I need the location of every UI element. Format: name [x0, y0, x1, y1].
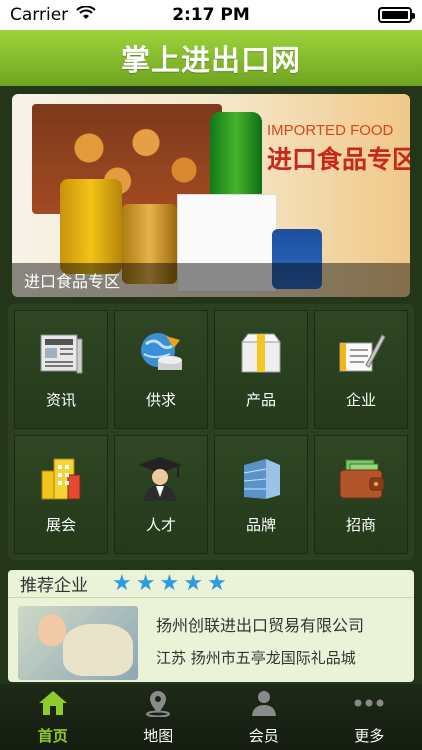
tab-map[interactable]: 地图	[106, 684, 212, 750]
user-icon	[249, 689, 279, 721]
star-icon: ★	[206, 570, 227, 596]
star-icon: ★	[159, 570, 180, 596]
category-exhibition[interactable]: 展会	[14, 435, 108, 554]
category-news[interactable]: 资讯	[14, 310, 108, 429]
category-brand[interactable]: 品牌	[214, 435, 308, 554]
recommended-panel: 推荐企业 ★ ★ ★ ★ ★ 扬州创联进出口贸易有限公司 江苏 扬州市五亭龙国际…	[8, 570, 414, 682]
category-talent[interactable]: 人才	[114, 435, 208, 554]
tab-more[interactable]: 更多	[317, 684, 422, 750]
category-supply-demand[interactable]: 供求	[114, 310, 208, 429]
skyscraper-icon	[235, 454, 287, 504]
tab-home[interactable]: 首页	[0, 684, 106, 750]
recommended-company-item[interactable]: 扬州创联进出口贸易有限公司 江苏 扬州市五亭龙国际礼品城	[8, 598, 414, 682]
battery-icon	[378, 7, 415, 23]
status-left: Carrier	[10, 5, 96, 25]
category-label: 展会	[45, 516, 76, 534]
category-grid: 资讯 供求 产品 企业 展会 人才 品牌 招商	[8, 304, 414, 560]
home-icon	[37, 689, 69, 721]
category-label: 品牌	[245, 516, 276, 534]
globe-exchange-icon	[135, 329, 187, 379]
category-label: 资讯	[45, 391, 76, 409]
category-label: 招商	[345, 516, 376, 534]
star-icon: ★	[183, 570, 203, 596]
category-label: 企业	[345, 391, 376, 409]
banner-heading-en: IMPORTED FOOD	[267, 122, 394, 139]
app-header: 掌上进出口网	[0, 30, 422, 86]
company-name: 扬州创联进出口贸易有限公司	[156, 615, 365, 635]
banner-mango-can-image	[60, 179, 122, 274]
banner-heading-zh: 进口食品专区	[267, 145, 410, 174]
company-address: 江苏 扬州市五亭龙国际礼品城	[156, 649, 356, 668]
banner-pringles-image	[210, 112, 262, 202]
banner-carousel[interactable]: IMPORTED FOOD 进口食品专区 进口食品专区	[12, 94, 410, 297]
category-products[interactable]: 产品	[214, 310, 308, 429]
rating-stars: ★ ★ ★ ★ ★	[112, 570, 227, 596]
tab-label: 首页	[37, 726, 68, 745]
company-info: 扬州创联进出口贸易有限公司 江苏 扬州市五亭龙国际礼品城	[156, 606, 364, 674]
app-title: 掌上进出口网	[120, 43, 301, 77]
recommended-header: 推荐企业 ★ ★ ★ ★ ★	[8, 570, 414, 598]
tab-member[interactable]: 会员	[211, 684, 317, 750]
category-enterprise[interactable]: 企业	[314, 310, 408, 429]
star-icon: ★	[112, 570, 132, 596]
more-icon	[351, 689, 387, 721]
map-pin-icon	[143, 689, 173, 721]
tab-label: 地图	[143, 726, 174, 745]
buildings-icon	[35, 454, 87, 504]
carrier-label: Carrier	[10, 5, 69, 25]
tab-label: 会员	[248, 726, 279, 745]
graduate-icon	[135, 454, 187, 504]
recommended-title: 推荐企业	[20, 576, 88, 596]
category-label: 产品	[245, 391, 276, 409]
company-thumbnail	[18, 606, 138, 680]
banner-caption-bar: 进口食品专区	[12, 263, 410, 297]
tab-bar: 首页 地图 会员 更多	[0, 684, 422, 750]
category-investment[interactable]: 招商	[314, 435, 408, 554]
star-icon: ★	[135, 570, 156, 596]
newspaper-icon	[35, 329, 87, 379]
wallet-icon	[335, 454, 387, 504]
banner-caption: 进口食品专区	[24, 272, 121, 291]
category-label: 供求	[145, 391, 176, 409]
box-icon	[235, 329, 287, 379]
tab-label: 更多	[354, 726, 385, 745]
category-label: 人才	[145, 516, 176, 534]
status-bar: Carrier 2:17 PM	[0, 0, 422, 30]
wifi-icon	[76, 5, 96, 25]
document-pen-icon	[335, 329, 387, 379]
